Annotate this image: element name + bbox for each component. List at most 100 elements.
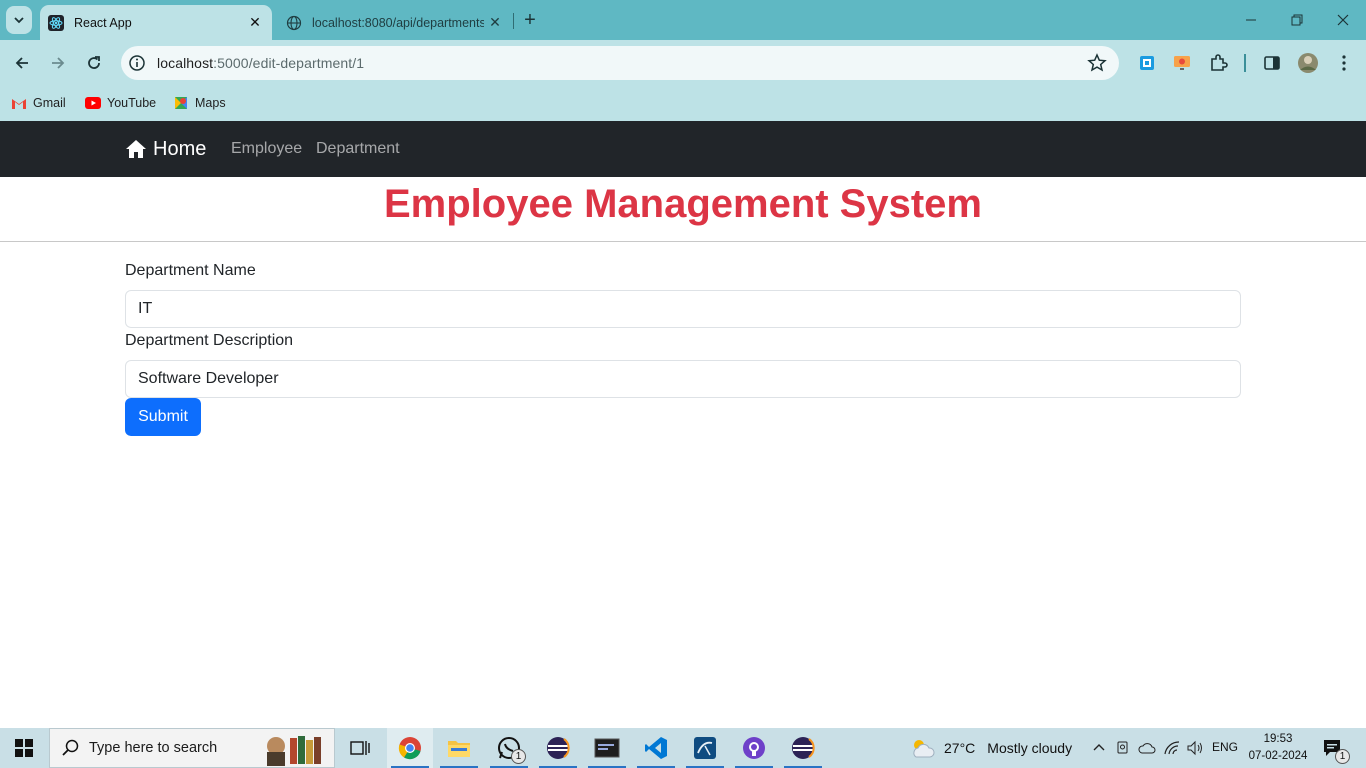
task-view-icon <box>350 741 370 755</box>
tab-separator <box>513 13 514 29</box>
arrow-right-icon <box>52 57 65 69</box>
start-button[interactable] <box>0 728 48 768</box>
network-cloud-icon[interactable] <box>1138 739 1156 757</box>
bookmark-label: Gmail <box>33 96 66 110</box>
close-icon[interactable]: ✕ <box>244 12 266 34</box>
address-bar[interactable]: localhost:5000/edit-department/1 <box>121 46 1119 80</box>
close-icon[interactable]: ✕ <box>484 12 506 34</box>
side-panel-icon[interactable] <box>1260 51 1284 75</box>
taskbar-mysql-workbench[interactable] <box>682 728 728 768</box>
extensions-puzzle-icon[interactable] <box>1206 51 1230 75</box>
maps-icon <box>173 95 189 111</box>
gmail-icon <box>11 95 27 111</box>
chrome-icon <box>398 737 421 760</box>
department-description-input[interactable] <box>125 360 1241 398</box>
browser-toolbar: localhost:5000/edit-department/1 <box>0 40 1366 86</box>
task-view-button[interactable] <box>337 728 383 768</box>
forward-button[interactable] <box>43 48 73 78</box>
weather-temperature: 27°C <box>944 740 976 756</box>
partly-cloudy-icon <box>913 740 935 758</box>
system-clock[interactable]: 19:53 07-02-2024 <box>1246 731 1310 765</box>
back-button[interactable] <box>7 48 37 78</box>
url-text: localhost:5000/edit-department/1 <box>157 55 364 71</box>
react-icon <box>48 14 64 31</box>
search-placeholder: Type here to search <box>89 740 218 756</box>
weather-description: Mostly cloudy <box>987 740 1073 756</box>
restore-icon <box>1291 14 1303 26</box>
chevron-down-icon <box>14 17 24 24</box>
reload-icon <box>88 56 100 69</box>
restore-button[interactable] <box>1274 0 1320 40</box>
app-navbar: Home Employee Department <box>0 121 1366 177</box>
folder-icon <box>448 741 470 757</box>
weather-widget[interactable]: 27°C Mostly cloudy <box>910 728 1072 768</box>
window-close-button[interactable] <box>1320 0 1366 40</box>
notification-center-button[interactable]: 1 <box>1322 738 1350 764</box>
clock-time: 19:53 <box>1263 733 1293 745</box>
department-name-label: Department Name <box>125 262 256 279</box>
url-host: localhost <box>157 55 214 71</box>
taskbar-whatsapp[interactable]: 1 <box>486 728 532 768</box>
github-icon <box>743 737 765 759</box>
nav-link-department[interactable]: Department <box>316 140 400 158</box>
bookmark-label: YouTube <box>107 96 157 110</box>
taskbar-eclipse[interactable] <box>535 728 581 768</box>
tab-title: localhost:8080/api/departments <box>312 15 484 30</box>
wifi-icon[interactable] <box>1163 739 1181 757</box>
volume-icon[interactable] <box>1186 739 1204 757</box>
bookmark-maps[interactable]: Maps <box>173 94 226 112</box>
page-title: Employee Management System <box>384 182 982 226</box>
language-indicator[interactable]: ENG <box>1212 740 1238 754</box>
new-tab-button[interactable]: + <box>518 8 542 32</box>
reload-button[interactable] <box>79 48 109 78</box>
youtube-icon <box>85 95 101 111</box>
eclipse-icon <box>547 737 570 759</box>
mysql-workbench-icon <box>694 737 716 759</box>
toolbar-separator <box>1244 54 1246 72</box>
windows-taskbar: Type here to search 1 27°C Mostly cloudy <box>0 728 1366 768</box>
tab-search-button[interactable] <box>6 6 32 34</box>
terminal-icon <box>594 738 620 758</box>
notification-badge: 1 <box>1335 749 1350 764</box>
globe-icon <box>286 15 302 31</box>
department-description-label: Department Description <box>125 332 294 349</box>
browser-tabstrip: React App ✕ localhost:8080/api/departmen… <box>0 0 1366 40</box>
translate-extension-icon[interactable] <box>1135 51 1159 75</box>
minimize-button[interactable] <box>1228 0 1274 40</box>
search-icon <box>62 739 79 756</box>
clock-date: 07-02-2024 <box>1248 750 1308 762</box>
taskbar-file-explorer[interactable] <box>436 728 482 768</box>
url-path: :5000/edit-department/1 <box>213 55 365 71</box>
taskbar-search-box[interactable]: Type here to search <box>49 728 335 768</box>
taskbar-chrome[interactable] <box>387 728 433 768</box>
chevron-up-icon[interactable] <box>1090 739 1108 757</box>
star-icon[interactable] <box>1087 53 1107 73</box>
title-divider <box>0 241 1366 242</box>
taskbar-vscode[interactable] <box>633 728 679 768</box>
profile-avatar[interactable] <box>1296 51 1320 75</box>
browser-menu-button[interactable] <box>1332 51 1356 75</box>
more-vert-icon <box>1342 55 1346 71</box>
windows-icon <box>15 739 33 757</box>
navbar-brand-home[interactable]: Home <box>125 136 206 162</box>
nav-link-employee[interactable]: Employee <box>231 140 302 158</box>
taskbar-mysql-shell[interactable] <box>584 728 630 768</box>
eclipse-icon <box>792 737 815 759</box>
bookmark-gmail[interactable]: Gmail <box>11 94 66 112</box>
minimize-icon <box>1246 19 1256 21</box>
meet-now-icon[interactable] <box>1114 739 1132 757</box>
tab-title: React App <box>74 15 132 30</box>
bookmark-label: Maps <box>195 96 226 110</box>
taskbar-github-desktop[interactable] <box>731 728 777 768</box>
vscode-icon <box>645 737 667 759</box>
home-icon <box>126 140 146 158</box>
tab-react-app[interactable]: React App ✕ <box>40 5 272 40</box>
bookmark-youtube[interactable]: YouTube <box>85 94 156 112</box>
close-icon <box>1337 14 1349 26</box>
taskbar-eclipse-2[interactable] <box>780 728 826 768</box>
site-info-icon[interactable] <box>126 52 148 74</box>
tab-api-departments[interactable]: localhost:8080/api/departments ✕ <box>276 5 512 40</box>
screen-recorder-extension-icon[interactable] <box>1170 51 1194 75</box>
department-name-input[interactable] <box>125 290 1241 328</box>
submit-button[interactable]: Submit <box>125 398 201 436</box>
